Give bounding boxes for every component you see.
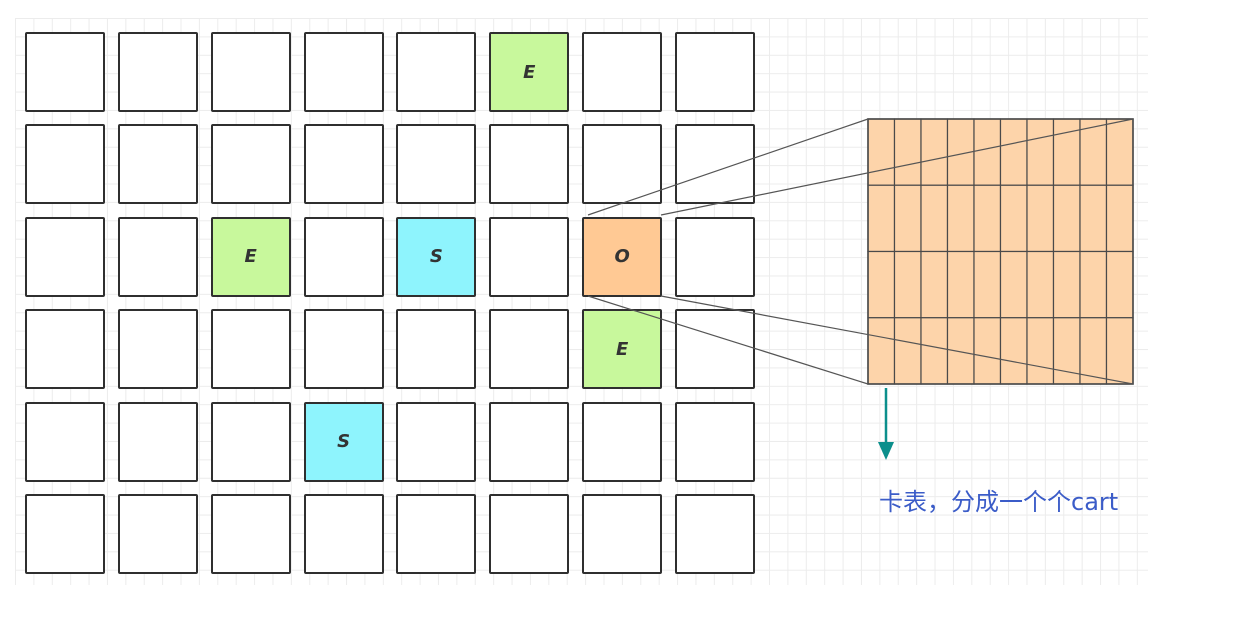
card-cell <box>999 317 1028 385</box>
card-cell <box>1026 184 1055 253</box>
card-cell <box>973 118 1002 186</box>
card-cell <box>1052 250 1081 319</box>
card-cell <box>999 118 1028 186</box>
card-cell <box>1026 317 1055 385</box>
card-cell <box>867 184 896 253</box>
card-cell <box>1105 317 1134 385</box>
zoom-connector-line <box>587 295 869 385</box>
card-cell <box>946 317 975 385</box>
card-cell <box>973 250 1002 319</box>
card-cell <box>973 184 1002 253</box>
card-cell <box>1052 317 1081 385</box>
card-cell <box>920 184 949 253</box>
zoom-connector-line <box>587 118 869 216</box>
card-cell <box>893 317 922 385</box>
card-cell <box>893 118 922 186</box>
card-cell <box>893 184 922 253</box>
card-cell <box>1105 118 1134 186</box>
card-cell <box>867 118 896 186</box>
card-cell <box>946 250 975 319</box>
zoom-overlay <box>587 118 1134 460</box>
caption: 卡表，分成一个个cart <box>879 488 1119 516</box>
card-cell <box>1026 118 1055 186</box>
card-cell <box>1079 184 1108 253</box>
card-cell <box>1079 250 1108 319</box>
card-cell <box>1105 184 1134 253</box>
card-cell <box>999 184 1028 253</box>
card-cell <box>946 184 975 253</box>
card-cell <box>999 250 1028 319</box>
card-cell <box>920 250 949 319</box>
card-cell <box>920 118 949 186</box>
card-cell <box>1079 317 1108 385</box>
card-cell <box>867 250 896 319</box>
card-cell <box>1105 250 1134 319</box>
card-cell <box>1026 250 1055 319</box>
card-cell <box>920 317 949 385</box>
card-cell <box>1052 118 1081 186</box>
card-cell <box>1052 184 1081 253</box>
card-table <box>867 118 1134 385</box>
card-cell <box>893 250 922 319</box>
arrow-down-icon <box>878 388 894 460</box>
card-cell <box>867 317 896 385</box>
card-cell <box>973 317 1002 385</box>
